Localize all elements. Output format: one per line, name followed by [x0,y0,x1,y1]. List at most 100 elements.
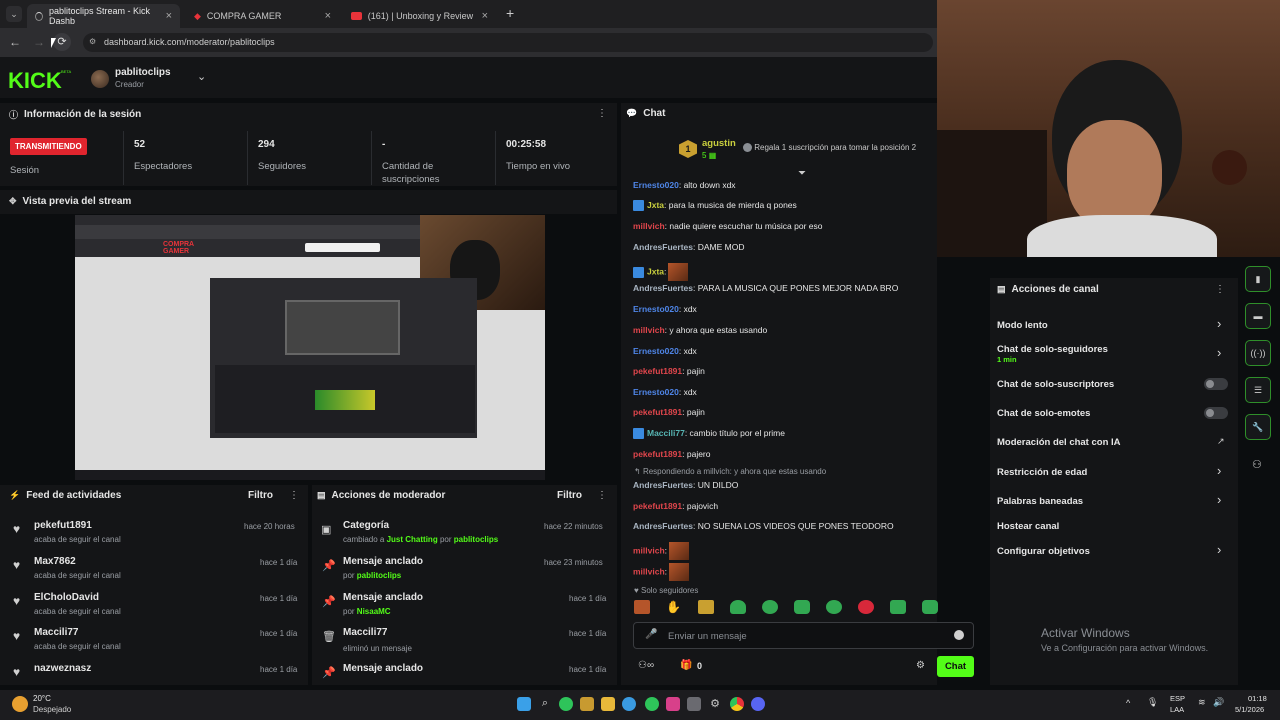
spotify-icon[interactable] [645,697,659,711]
chat-username[interactable]: Ernesto020 [633,346,679,356]
chat-input[interactable]: 🎤 Enviar un mensaje [633,622,974,649]
chat-username[interactable]: Ernesto020 [633,180,679,190]
weather-icon[interactable] [12,696,28,712]
chevron-right-icon[interactable]: › [1217,345,1221,360]
moderator-link[interactable]: pablitoclips [357,571,401,580]
action-banned-words[interactable]: Palabras baneadas [997,496,1083,507]
search-icon[interactable]: ⌕ [538,697,552,711]
drag-handle-icon[interactable]: ✥ [9,196,17,207]
chat-username[interactable]: pekefut1891 [633,366,682,376]
chat-username[interactable]: Maccili77 [647,428,685,438]
emote-icon[interactable] [634,600,650,614]
mod-action-name[interactable]: Maccili77 [343,627,387,638]
chat-settings-icon[interactable]: ⚙ [916,660,925,671]
feed-username[interactable]: Maccili77 [34,627,78,638]
chat-users-icon[interactable]: ⚇∞ [638,660,654,671]
emote-icon[interactable] [890,600,906,614]
action-ai-moderation[interactable]: Moderación del chat con IA [997,437,1121,448]
gift-promo[interactable]: Regala 1 suscripción para tomar la posic… [743,143,916,153]
action-configure-goals[interactable]: Configurar objetivos [997,546,1090,557]
emote-icon[interactable] [794,600,810,614]
wifi-icon[interactable]: ≋ [1198,697,1206,708]
modactions-filter-button[interactable]: Filtro [557,490,582,501]
sidebar-list-icon[interactable]: ☰ [1245,377,1271,403]
volume-icon[interactable]: 🔊 [1213,697,1224,708]
emoji-icon[interactable] [954,630,964,640]
sidebar-wrench-icon[interactable]: 🔧 [1245,414,1271,440]
clock-time[interactable]: 01:18 [1248,694,1267,703]
chat-username[interactable]: pekefut1891 [633,501,682,511]
top-gifter-name[interactable]: agustin [702,138,736,149]
kebab-menu-icon[interactable]: ⋮ [289,490,299,501]
microphone-icon[interactable]: 🎙 [1147,697,1158,708]
external-link-icon[interactable]: ↗ [1217,436,1225,447]
tab-list-button[interactable]: ⌄ [6,6,22,22]
app-icon[interactable] [687,697,701,711]
chat-username[interactable]: AndresFuertes [633,283,693,293]
chat-username[interactable]: Jxta [647,200,664,210]
action-emotes-only[interactable]: Chat de solo-emotes [997,408,1090,419]
emote-icon[interactable] [698,600,714,614]
microphone-icon[interactable]: 🎤 [645,629,657,640]
site-info-icon[interactable]: ⚙ [89,37,96,46]
tab-kick-dashboard[interactable]: pablitoclips Stream - Kick Dashb × [27,4,180,28]
moderator-link[interactable]: pablitoclips [454,535,498,544]
chat-send-button[interactable]: Chat [937,656,974,677]
chat-username[interactable]: AndresFuertes [633,521,693,531]
emote-icon[interactable] [858,600,874,614]
action-followers-only[interactable]: Chat de solo-seguidores [997,344,1108,355]
tab-compra-gamer[interactable]: ◆ COMPRA GAMER × [186,4,339,28]
chevron-right-icon[interactable]: › [1217,316,1221,331]
kick-logo[interactable]: KICK [8,68,62,94]
discord-icon[interactable] [751,697,765,711]
instagram-icon[interactable] [666,697,680,711]
chevron-right-icon[interactable]: › [1217,492,1221,507]
language-code[interactable]: ESP [1170,694,1185,703]
taskview-icon[interactable] [580,697,594,711]
chat-username[interactable]: millvich [633,566,665,576]
emotes-only-toggle[interactable] [1204,407,1228,419]
stream-preview-video[interactable]: COMPRA GAMER [75,215,545,480]
chat-username[interactable]: Jxta [647,266,664,276]
sidebar-chat-icon[interactable]: ▬ [1245,303,1271,329]
chat-username[interactable]: Ernesto020 [633,304,679,314]
moderator-link[interactable]: NisaaMC [357,607,391,616]
feed-username[interactable]: Max7862 [34,556,76,567]
chat-username[interactable]: AndresFuertes [633,242,693,252]
chat-username[interactable]: Ernesto020 [633,387,679,397]
kebab-menu-icon[interactable]: ⋮ [1215,284,1225,295]
chevron-down-icon[interactable]: ⌄ [197,70,206,83]
forward-icon[interactable]: → [33,35,45,49]
new-tab-button[interactable]: + [506,5,514,21]
chat-gift-icon[interactable]: 🎁 [680,660,692,671]
close-icon[interactable]: × [166,10,172,22]
feed-username[interactable]: ElCholoDavid [34,592,99,603]
emote-icon[interactable] [762,600,778,614]
chat-username[interactable]: pekefut1891 [633,449,682,459]
url-field[interactable]: ⚙ dashboard.kick.com/moderator/pablitocl… [83,33,933,52]
telegram-icon[interactable] [622,697,636,711]
settings-icon[interactable]: ⚙ [708,697,722,711]
feed-username[interactable]: nazweznasz [34,663,91,674]
sidebar-users-icon[interactable]: ⚇ [1252,458,1262,471]
kebab-menu-icon[interactable]: ⋮ [597,108,607,119]
tab-youtube[interactable]: (161) | Unboxing y Review de W × [343,4,496,28]
chat-username[interactable]: millvich [633,221,665,231]
chat-username[interactable]: millvich [633,545,665,555]
category-link[interactable]: Just Chatting [387,535,438,544]
chevron-right-icon[interactable]: › [1217,542,1221,557]
kebab-menu-icon[interactable]: ⋮ [597,490,607,501]
action-subscribers-only[interactable]: Chat de solo-suscriptores [997,379,1114,390]
chat-username[interactable]: AndresFuertes [633,480,693,490]
action-host-channel[interactable]: Hostear canal [997,521,1059,532]
emote-icon[interactable] [730,600,746,614]
emote-icon[interactable] [922,600,938,614]
chevron-right-icon[interactable]: › [1217,463,1221,478]
back-icon[interactable]: ← [9,35,21,49]
whatsapp-icon[interactable] [559,697,573,711]
action-age-restriction[interactable]: Restricción de edad [997,467,1087,478]
sidebar-broadcast-icon[interactable]: ((·)) [1245,340,1271,366]
explorer-icon[interactable] [601,697,615,711]
emote-icon[interactable] [826,600,842,614]
close-icon[interactable]: × [482,10,488,22]
